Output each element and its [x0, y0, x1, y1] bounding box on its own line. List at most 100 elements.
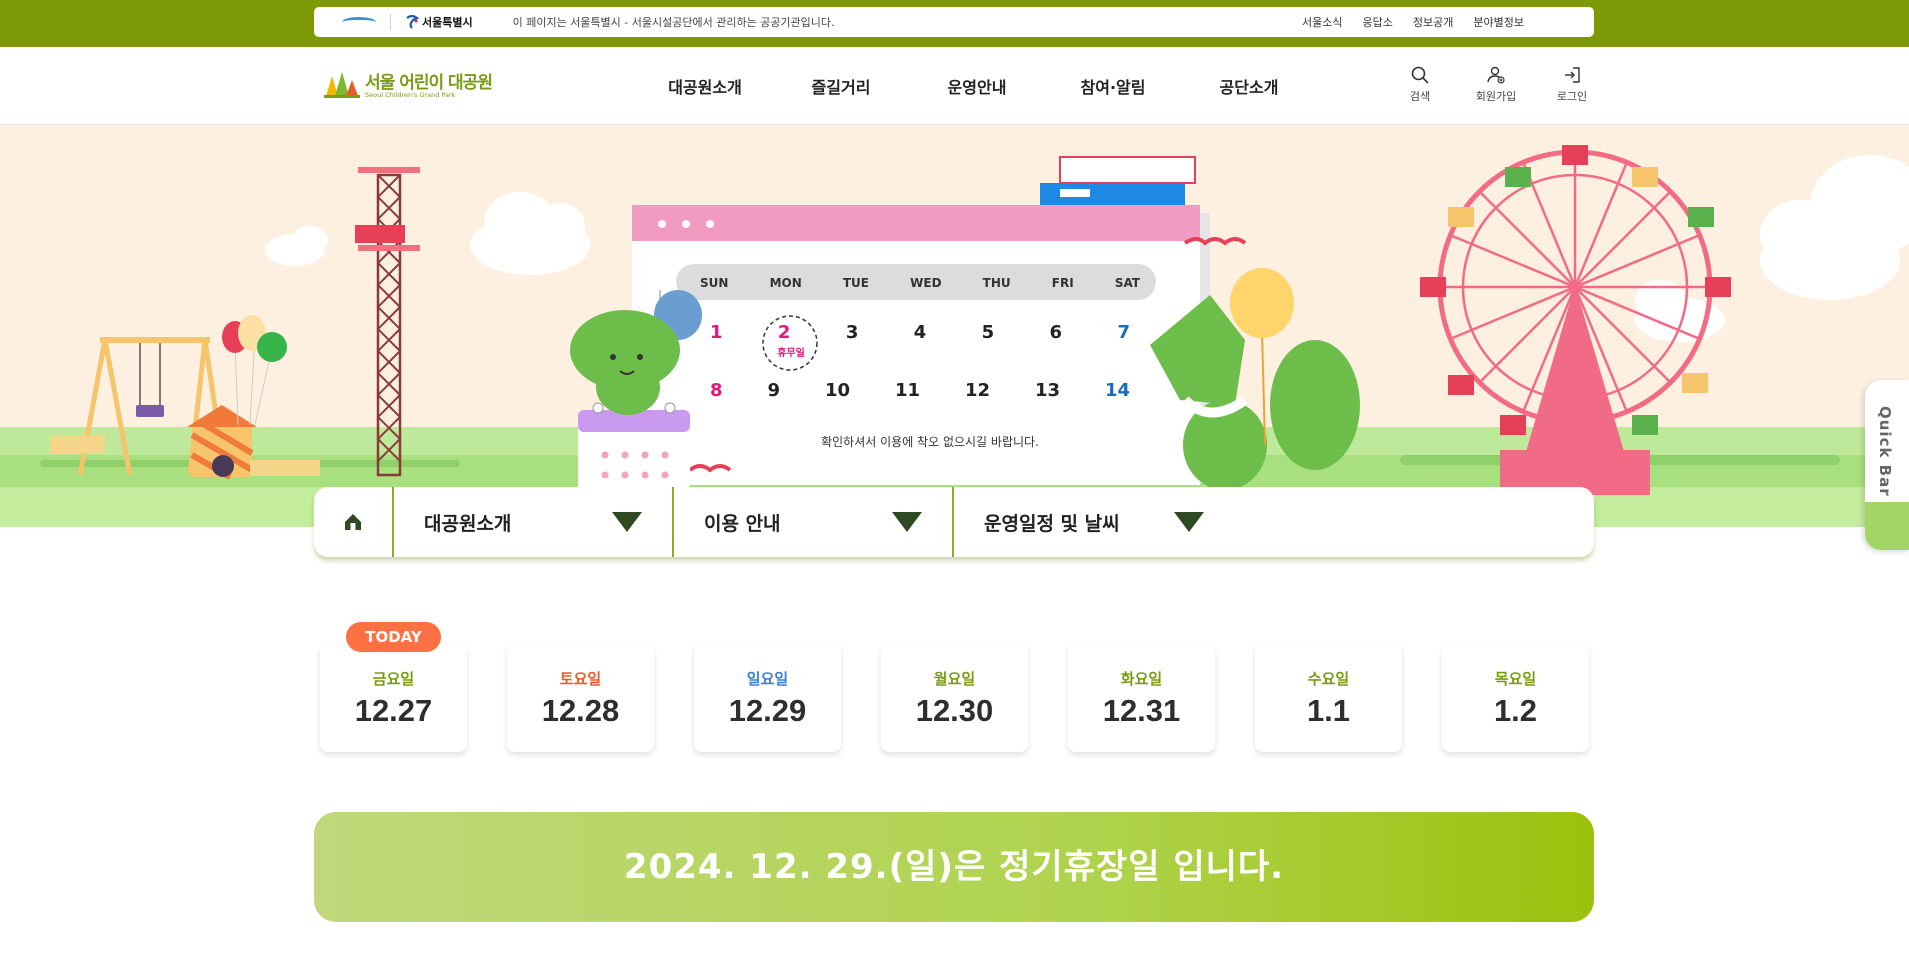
date-value: 12.29	[728, 693, 807, 728]
date-card[interactable]: 목요일 1.2	[1442, 644, 1589, 752]
weekday-label: TUE	[842, 276, 870, 290]
date-card[interactable]: 월요일 12.30	[881, 644, 1028, 752]
date-card[interactable]: 토요일 12.28	[507, 644, 654, 752]
quick-bar-tab	[1865, 502, 1909, 550]
seoul-city-logo[interactable]: 서울특별시	[405, 14, 473, 30]
date-card[interactable]: 금요일 12.27	[320, 644, 467, 752]
date-value: 1.1	[1306, 693, 1351, 728]
location-dropdown-depth3[interactable]: 운영일정 및 날씨	[954, 487, 1234, 557]
calendar-day: 9	[767, 380, 780, 401]
seoul-facilities-logo-icon[interactable]	[342, 15, 376, 29]
calendar-week-1: 1 2 3 4 5 6 7	[710, 322, 1130, 343]
calendar-day: 14	[1104, 380, 1130, 401]
nav-operations[interactable]: 운영안내	[909, 74, 1045, 98]
location-dropdown-depth1[interactable]: 대공원소개	[394, 487, 674, 557]
gov-util-links: 서울소식 응답소 정보공개 분야별정보	[1302, 7, 1524, 37]
calendar-day: 12	[964, 380, 990, 401]
site-header: 서울 어린이 대공원 Seoul Children's Grand Park 대…	[0, 47, 1909, 125]
quick-bar-label: Quick Bar	[1876, 406, 1894, 497]
location-depth1-label: 대공원소개	[424, 512, 512, 535]
day-of-week: 금요일	[372, 670, 415, 688]
calendar-day: 7	[1117, 322, 1130, 343]
search-button[interactable]: 검색	[1382, 65, 1458, 104]
link-field-info[interactable]: 분야별정보	[1473, 14, 1524, 30]
location-depth3-label: 운영일정 및 날씨	[984, 512, 1120, 535]
gov-bar-inner: 서울특별시 이 페이지는 서울특별시 - 서울시설공단에서 관리하는 공공기관입…	[314, 7, 1594, 37]
user-add-icon	[1487, 66, 1505, 84]
date-card[interactable]: 일요일 12.29	[694, 644, 841, 752]
calendar-day: 6	[1049, 322, 1063, 343]
home-icon	[345, 514, 361, 530]
chevron-down-icon	[1174, 512, 1204, 532]
today-badge: TODAY	[346, 622, 441, 652]
seoul-city-icon	[406, 15, 419, 29]
hero-banner: SUN MON TUE WED THU FRI SAT 1 2 3 4 5 6 …	[0, 125, 1909, 527]
chevron-down-icon	[892, 512, 922, 532]
date-card[interactable]: 수요일 1.1	[1255, 644, 1402, 752]
nav-park-intro[interactable]: 대공원소개	[637, 74, 773, 98]
calendar-day: 5	[981, 322, 995, 343]
divider	[390, 14, 391, 30]
weekday-label: MON	[769, 276, 802, 290]
date-value: 12.31	[1102, 693, 1181, 728]
chevron-down-icon	[612, 512, 642, 532]
calendar-day: 10	[824, 380, 850, 401]
location-dropdown-depth2[interactable]: 이용 안내	[674, 487, 954, 557]
calendar-day: 1	[710, 322, 723, 343]
home-button[interactable]	[314, 487, 394, 557]
closure-notice: 2024. 12. 29.(일)은 정기휴장일 입니다.	[314, 812, 1594, 922]
weekday-label: FRI	[1051, 276, 1074, 290]
day-of-week: 수요일	[1307, 670, 1350, 688]
login-icon	[1565, 67, 1580, 83]
day-of-week: 토요일	[559, 670, 602, 688]
weekday-label: SUN	[700, 276, 729, 290]
seoul-city-label: 서울특별시	[422, 16, 473, 29]
date-value: 12.30	[915, 693, 994, 728]
header-utils: 검색 회원가입 로그인	[1382, 65, 1610, 104]
day-of-week: 일요일	[746, 670, 789, 688]
weekday-label: WED	[910, 276, 942, 290]
calendar-day: 11	[894, 380, 920, 401]
login-label: 로그인	[1556, 90, 1588, 103]
link-eungdapso[interactable]: 응답소	[1363, 14, 1393, 30]
holiday-label: 휴무일	[777, 348, 805, 359]
link-info-disclosure[interactable]: 정보공개	[1413, 14, 1453, 30]
signup-label: 회원가입	[1475, 90, 1517, 103]
calendar-day: 13	[1034, 380, 1060, 401]
search-label: 검색	[1409, 90, 1431, 103]
date-value: 12.27	[354, 693, 433, 728]
link-seoul-news[interactable]: 서울소식	[1302, 14, 1342, 30]
weekday-label: SAT	[1114, 276, 1140, 290]
calendar-week-2: 8 9 10 11 12 13 14	[710, 380, 1130, 401]
logo-korean-text: 서울 어린이 대공원	[365, 73, 493, 93]
date-value: 12.28	[541, 693, 620, 728]
search-icon	[1411, 66, 1429, 84]
weekday-label: THU	[982, 276, 1011, 290]
quick-bar[interactable]: Quick Bar	[1865, 380, 1909, 550]
calendar-note: 확인하셔서 이용에 착오 없으시길 바랍니다.	[821, 435, 1039, 449]
calendar-day: 8	[710, 380, 723, 401]
login-button[interactable]: 로그인	[1534, 65, 1610, 104]
nav-corporation[interactable]: 공단소개	[1181, 74, 1317, 98]
day-of-week: 월요일	[933, 670, 976, 688]
date-card[interactable]: 화요일 12.31	[1068, 644, 1215, 752]
calendar-weekday-header: SUN MON TUE WED THU FRI SAT	[700, 276, 1140, 290]
day-of-week: 화요일	[1120, 670, 1163, 688]
calendar-day: 2	[777, 322, 791, 343]
calendar-text-layer: SUN MON TUE WED THU FRI SAT 1 2 3 4 5 6 …	[0, 125, 1909, 527]
gov-notice-text: 이 페이지는 서울특별시 - 서울시설공단에서 관리하는 공공기관입니다.	[512, 16, 835, 29]
location-bar: 대공원소개 이용 안내 운영일정 및 날씨	[314, 487, 1594, 557]
location-depth2-label: 이용 안내	[704, 512, 781, 535]
gov-bar: 서울특별시 이 페이지는 서울특별시 - 서울시설공단에서 관리하는 공공기관입…	[0, 0, 1909, 47]
date-value: 1.2	[1493, 693, 1538, 728]
main-nav: 대공원소개 즐길거리 운영안내 참여·알림 공단소개	[637, 47, 1317, 125]
date-selector: 금요일 12.27 토요일 12.28 일요일 12.29 월요일 12.30 …	[320, 644, 1590, 752]
park-tree-logo-icon	[324, 71, 360, 98]
signup-button[interactable]: 회원가입	[1458, 65, 1534, 104]
calendar-day: 3	[845, 322, 859, 343]
nav-attractions[interactable]: 즐길거리	[773, 74, 909, 98]
calendar-day: 4	[913, 322, 927, 343]
site-logo[interactable]: 서울 어린이 대공원 Seoul Children's Grand Park	[322, 68, 493, 99]
nav-participation[interactable]: 참여·알림	[1045, 74, 1181, 98]
day-of-week: 목요일	[1494, 670, 1537, 688]
